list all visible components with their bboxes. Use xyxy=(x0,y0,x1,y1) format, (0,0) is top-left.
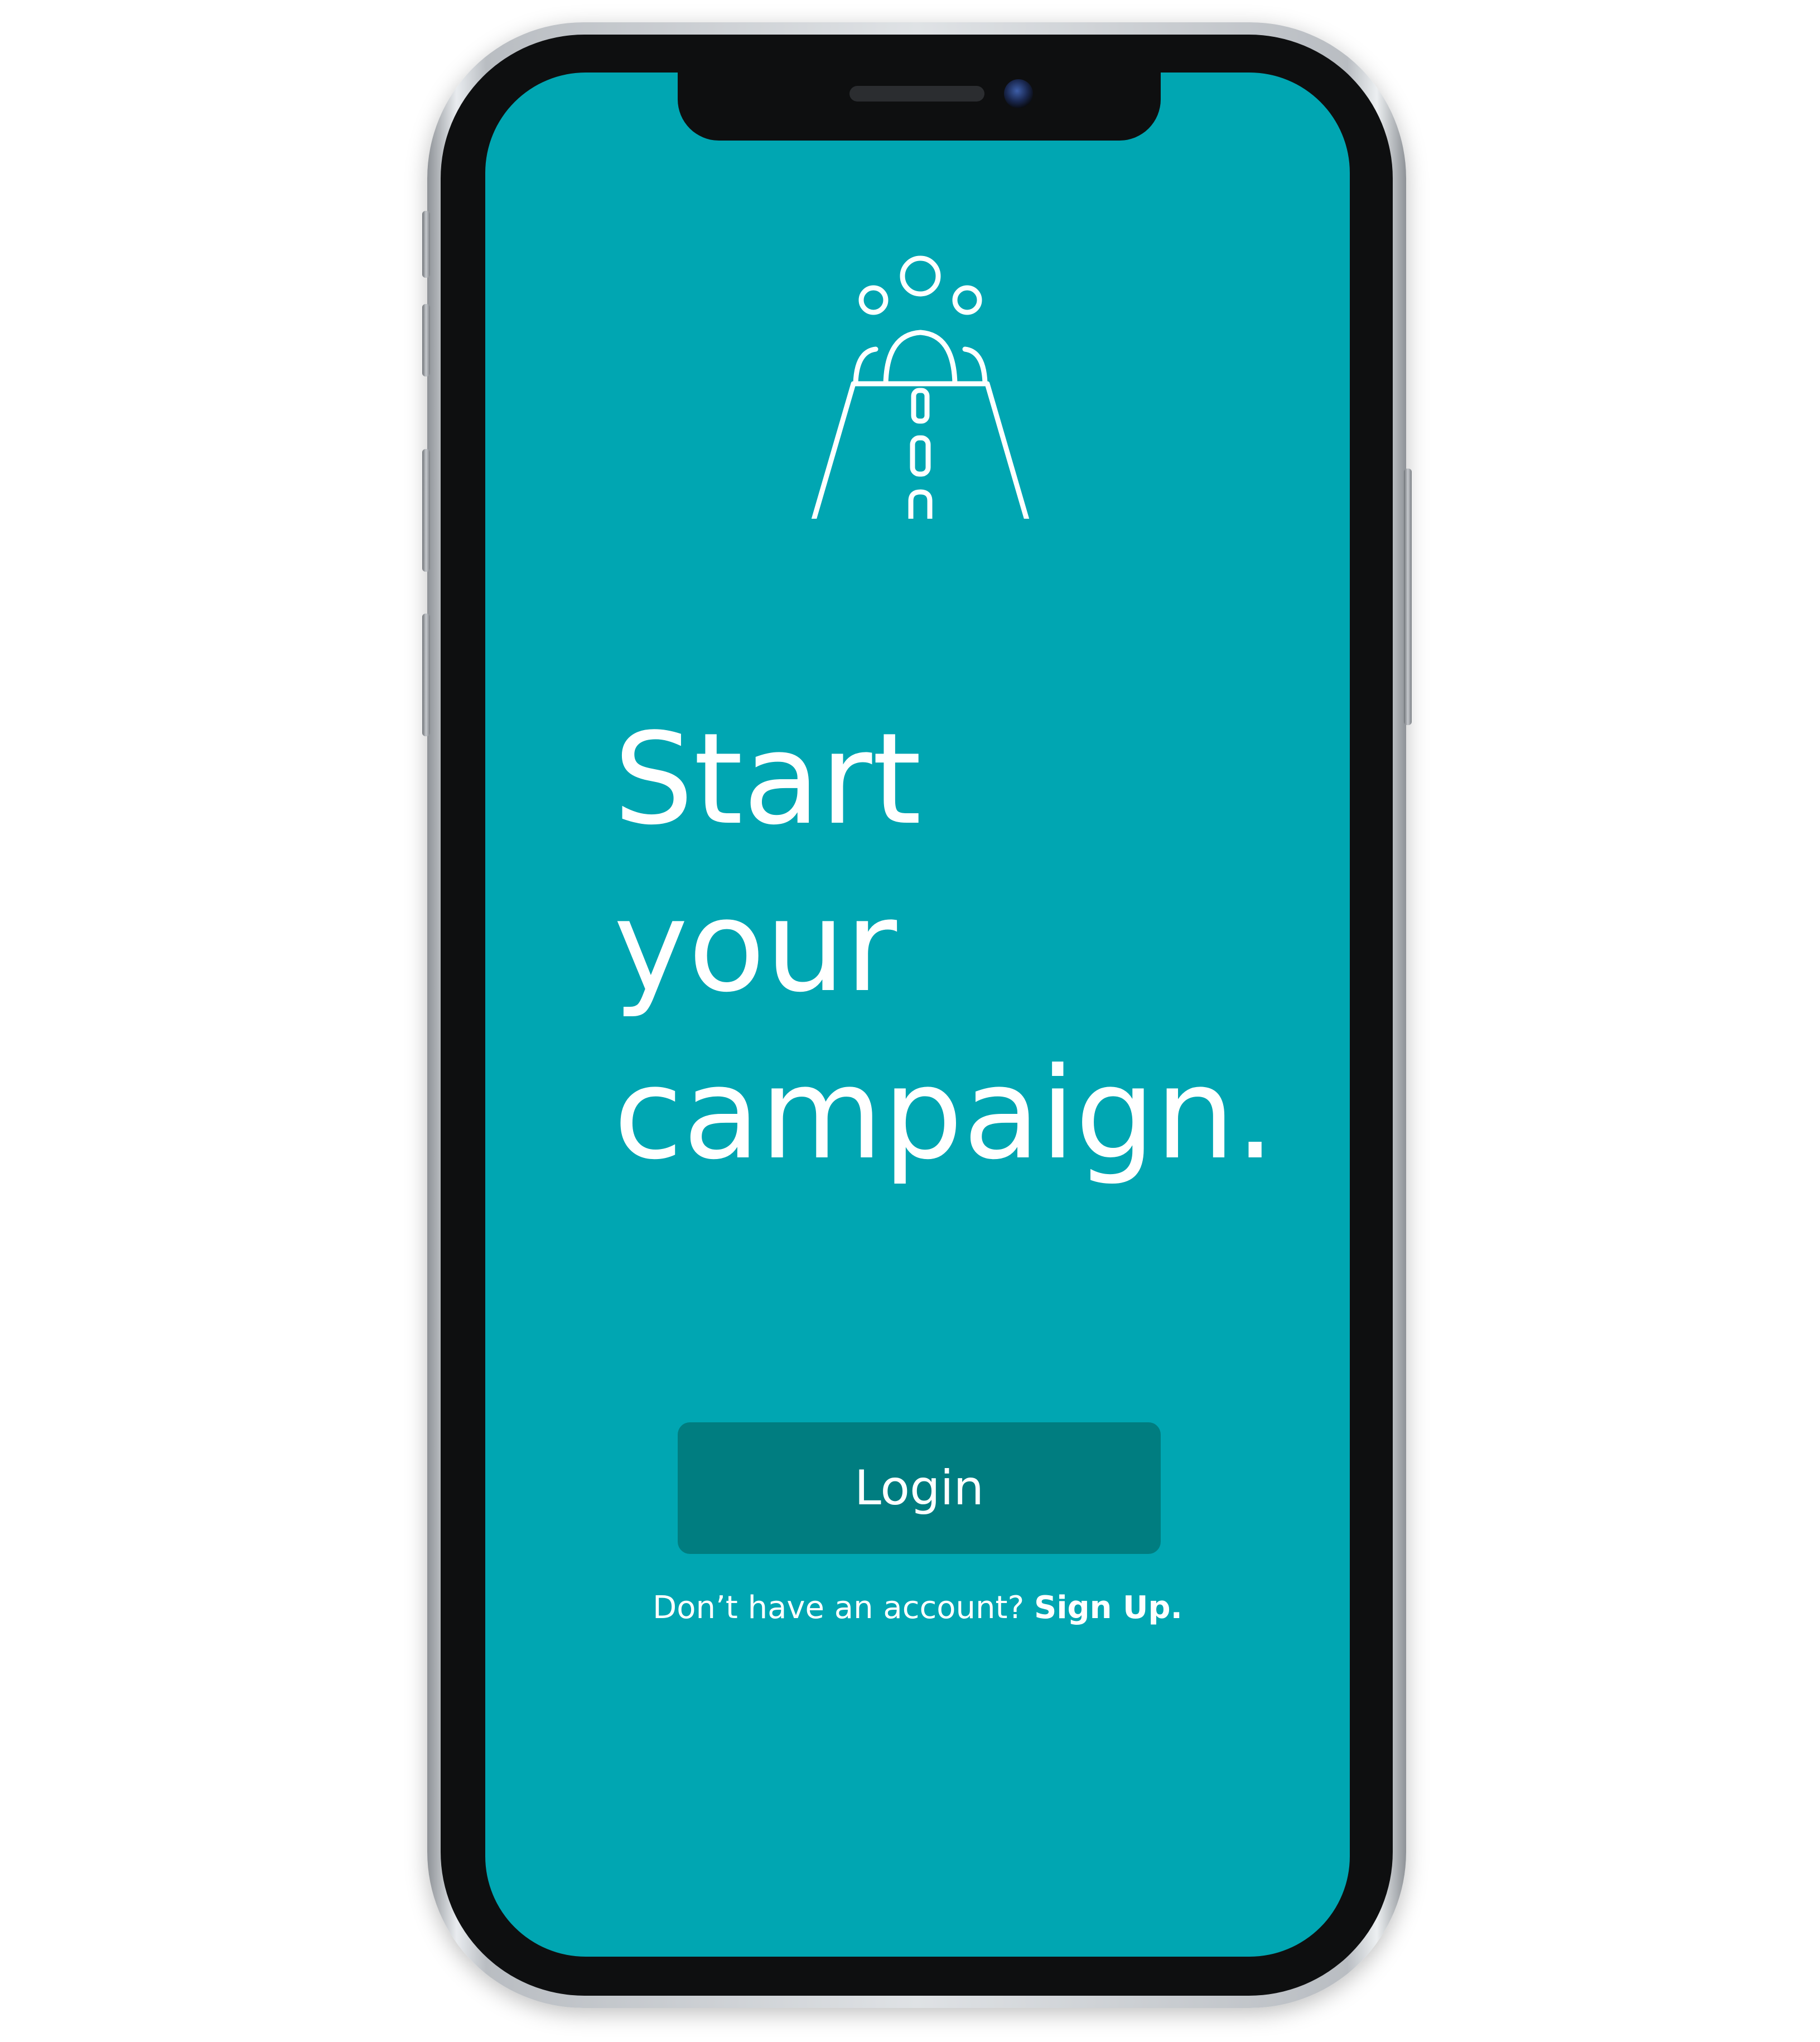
volume-up-button xyxy=(422,304,430,376)
phone-screen: Start your campaign. Login Don’t have an… xyxy=(485,73,1350,1957)
power-button xyxy=(1404,469,1412,725)
headline: Start your campaign. xyxy=(614,696,1311,1198)
volume-down-button xyxy=(422,449,430,572)
campaign-road-icon xyxy=(811,255,1030,519)
notch xyxy=(678,73,1161,141)
headline-line-1: Start xyxy=(614,706,922,853)
login-button-label: Login xyxy=(854,1460,984,1516)
headline-line-3: campaign. xyxy=(614,1041,1276,1187)
signup-prompt-text: Don’t have an account? xyxy=(653,1590,1025,1626)
login-button[interactable]: Login xyxy=(678,1422,1161,1554)
signup-link[interactable]: Sign Up. xyxy=(1034,1590,1182,1626)
volume-button-lower xyxy=(422,614,430,736)
signup-prompt-line: Don’t have an account? Sign Up. xyxy=(485,1590,1350,1626)
silent-switch xyxy=(422,211,430,278)
headline-line-2: your xyxy=(614,873,897,1020)
front-camera-icon xyxy=(1004,79,1033,108)
speaker-grille xyxy=(849,86,984,102)
